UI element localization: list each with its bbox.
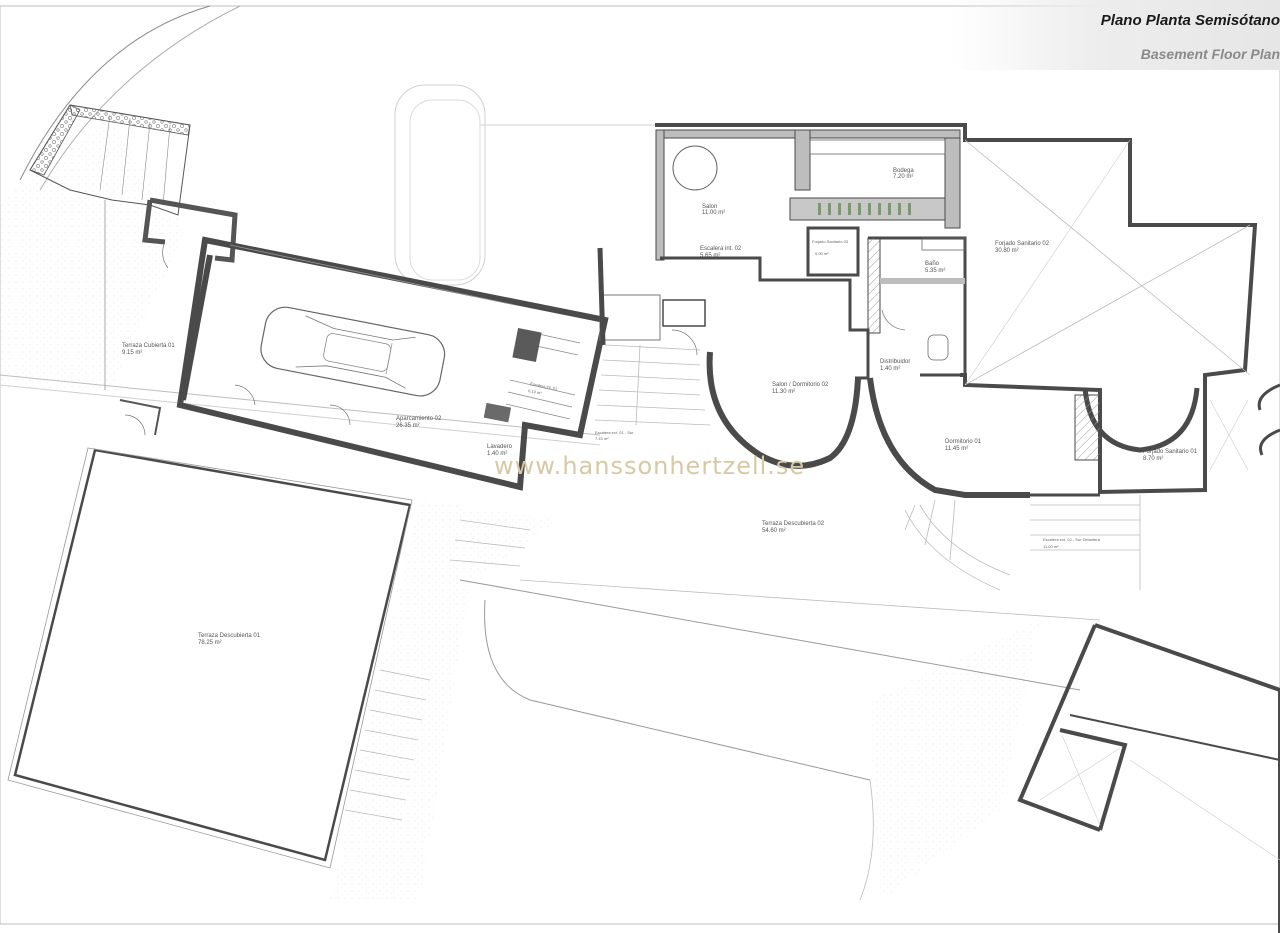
label-aparcamiento-02: Aparcamiento 02 bbox=[396, 416, 442, 422]
house-main-block bbox=[597, 123, 1280, 498]
area-escalera-ext-01: 7.15 m² bbox=[595, 436, 609, 441]
label-salon-dormitorio-02: Salon / Dormitorio 02 bbox=[772, 382, 829, 388]
area-escalera-int-02: 5.65 m² bbox=[700, 253, 720, 259]
area-forjado-sanitario-03: 0.90 m² bbox=[815, 251, 829, 256]
area-terraza-cubierta-01: 9.15 m² bbox=[122, 350, 142, 356]
area-salon: 11.00 m² bbox=[702, 210, 725, 216]
area-escalera-int-01: 6.10 m² bbox=[528, 388, 543, 396]
label-forjado-sanitario-02: Forjado Sanitario 02 bbox=[995, 241, 1050, 247]
label-dormitorio-01: Dormitorio 01 bbox=[945, 439, 982, 445]
area-dormitorio-01: 11.45 m² bbox=[945, 446, 968, 452]
area-forjado-sanitario-02: 30.80 m² bbox=[995, 248, 1019, 254]
title-block: Plano Planta Semisótano Basement Floor P… bbox=[950, 0, 1280, 70]
label-terraza-descubierta-01: Terraza Descubierta 01 bbox=[198, 633, 261, 639]
southeast-block bbox=[1017, 623, 1280, 933]
garage-block bbox=[176, 236, 609, 491]
label-forjado-sanitario-03: Forjado Sanitario 03 bbox=[812, 239, 849, 244]
area-aparcamiento-02: 26.35 m² bbox=[396, 423, 420, 429]
area-terraza-descubierta-02: 54.60 m² bbox=[762, 528, 786, 534]
area-distribuidor: 1.40 m² bbox=[880, 366, 900, 372]
garden-area-southeast bbox=[870, 620, 1040, 900]
area-bano: 5.35 m² bbox=[925, 268, 945, 274]
label-escalera-ext-02: Escalera ext. 02 - Sur Delantera bbox=[1043, 537, 1101, 542]
label-bano: Baño bbox=[925, 261, 940, 267]
garden-area-west bbox=[0, 120, 185, 390]
plan-subtitle: Basement Floor Plan bbox=[1140, 46, 1280, 62]
label-escalera-ext-01: Escalera ext. 01 - Sur bbox=[595, 430, 634, 435]
plan-title: Plano Planta Semisótano bbox=[1100, 12, 1280, 29]
label-terraza-cubierta-01: Terraza Cubierta 01 bbox=[122, 343, 175, 349]
label-distribuidor: Distribuidor bbox=[880, 359, 910, 365]
label-terraza-descubierta-02: Terraza Descubierta 02 bbox=[762, 521, 825, 527]
area-forjado-sanitario-01: 8.70 m² bbox=[1143, 456, 1163, 462]
label-forjado-sanitario-01: Forjado Sanitario 01 bbox=[1143, 449, 1198, 455]
area-escalera-ext-02: 11.00 m² bbox=[1043, 544, 1059, 549]
area-terraza-descubierta-01: 78.25 m² bbox=[198, 640, 222, 646]
toilet-icon bbox=[927, 334, 949, 361]
label-lavadero: Lavadero bbox=[487, 444, 513, 450]
area-bodega: 7.20 m² bbox=[893, 174, 913, 180]
area-salon-dormitorio-02: 11.30 m² bbox=[772, 389, 795, 395]
label-escalera-int-02: Escalera int. 02 bbox=[700, 246, 742, 252]
watermark: www.hanssonhertzell.se bbox=[494, 452, 806, 480]
car-icon bbox=[260, 306, 446, 397]
